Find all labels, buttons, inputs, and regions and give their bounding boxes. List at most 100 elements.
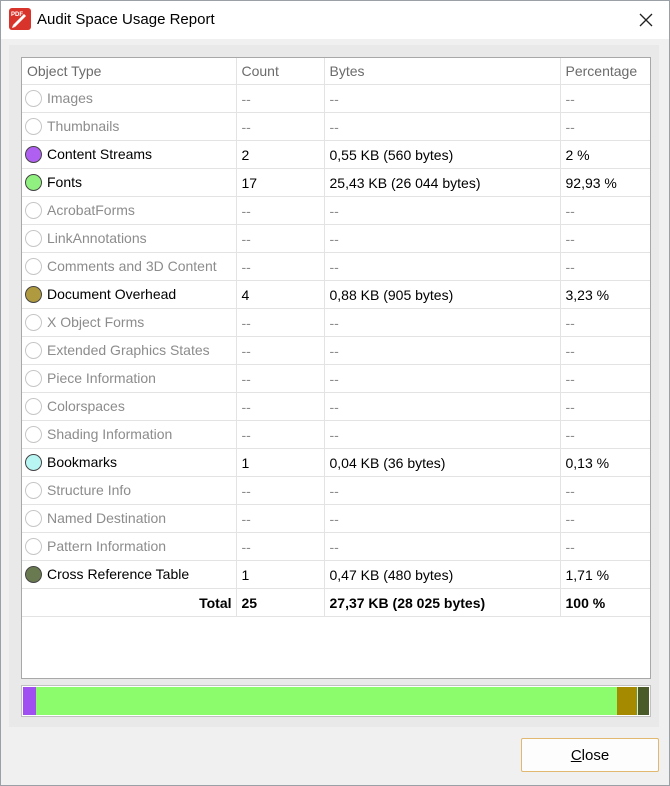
- object-type-label: Named Destination: [47, 509, 167, 526]
- color-swatch-icon: [25, 174, 42, 192]
- table-row[interactable]: X Object Forms -- -- --: [22, 308, 650, 337]
- close-icon: [639, 13, 653, 27]
- color-swatch-icon: [25, 538, 42, 556]
- cell-bytes: --: [324, 84, 561, 113]
- table-row[interactable]: Piece Information -- -- --: [22, 364, 650, 393]
- cell-bytes: --: [324, 364, 561, 393]
- close-window-button[interactable]: [633, 7, 659, 33]
- cell-object-type: Comments and 3D Content: [22, 252, 237, 281]
- column-header-bytes[interactable]: Bytes: [324, 58, 561, 85]
- object-type-label: Cross Reference Table: [47, 565, 190, 582]
- table-row[interactable]: Structure Info -- -- --: [22, 476, 650, 505]
- cell-percentage: 1,71 %: [560, 560, 650, 589]
- cell-object-type: X Object Forms: [22, 308, 237, 337]
- dialog-footer: Close: [1, 729, 669, 785]
- object-type-label: Bookmarks: [47, 453, 118, 470]
- cell-bytes: --: [324, 112, 561, 141]
- object-type-label: Images: [47, 89, 93, 106]
- cell-count: --: [236, 476, 325, 505]
- cell-object-type: LinkAnnotations: [22, 224, 237, 253]
- cell-percentage: --: [560, 364, 650, 393]
- cell-object-type: AcrobatForms: [22, 196, 237, 225]
- title-bar: PDF Audit Space Usage Report: [1, 1, 669, 39]
- audit-space-dialog: PDF Audit Space Usage Report Object Type…: [0, 0, 670, 786]
- cell-count: --: [236, 532, 325, 561]
- color-swatch-icon: [25, 118, 42, 136]
- close-button-rest: lose: [581, 746, 610, 764]
- table-row[interactable]: Bookmarks 1 0,04 KB (36 bytes) 0,13 %: [22, 448, 650, 477]
- report-content: Object Type Count Bytes Percentage Image…: [9, 45, 659, 727]
- usage-segment: [617, 687, 638, 715]
- color-swatch-icon: [25, 314, 42, 332]
- window-title: Audit Space Usage Report: [37, 11, 215, 28]
- table-row[interactable]: Document Overhead 4 0,88 KB (905 bytes) 3,2…: [22, 280, 650, 309]
- table-row[interactable]: Fonts 17 25,43 KB (26 044 bytes) 92,93 %: [22, 168, 650, 197]
- cell-bytes: 0,47 KB (480 bytes): [324, 560, 561, 589]
- color-swatch-icon: [25, 146, 42, 164]
- table-row[interactable]: LinkAnnotations -- -- --: [22, 224, 650, 253]
- cell-percentage: --: [560, 196, 650, 225]
- cell-count: --: [236, 308, 325, 337]
- close-button-mnemonic: C: [570, 746, 582, 764]
- cell-count: --: [236, 112, 325, 141]
- table-row[interactable]: Thumbnails -- -- --: [22, 112, 650, 141]
- cell-percentage: --: [560, 532, 650, 561]
- cell-count: 1: [236, 448, 325, 477]
- table-row[interactable]: Content Streams 2 0,55 KB (560 bytes) 2 %: [22, 140, 650, 169]
- cell-bytes: 0,88 KB (905 bytes): [324, 280, 561, 309]
- cell-count: 4: [236, 280, 325, 309]
- cell-bytes: --: [324, 476, 561, 505]
- table-row[interactable]: Comments and 3D Content -- -- --: [22, 252, 650, 281]
- cell-percentage: --: [560, 476, 650, 505]
- table-row[interactable]: Extended Graphics States -- -- --: [22, 336, 650, 365]
- cell-percentage: 2 %: [560, 140, 650, 169]
- usage-proportion-bar: [21, 685, 651, 717]
- object-type-label: Structure Info: [47, 481, 132, 498]
- table-row[interactable]: Pattern Information -- -- --: [22, 532, 650, 561]
- object-type-label: Piece Information: [47, 369, 156, 386]
- cell-object-type: Piece Information: [22, 364, 237, 393]
- cell-bytes: --: [324, 532, 561, 561]
- object-type-label: X Object Forms: [47, 313, 145, 330]
- cell-percentage: --: [560, 84, 650, 113]
- color-swatch-icon: [25, 286, 42, 304]
- object-type-label: Comments and 3D Content: [47, 257, 217, 274]
- cell-percentage: --: [560, 336, 650, 365]
- app-icon-text: PDF: [11, 12, 23, 18]
- cell-object-type: Fonts: [22, 168, 237, 197]
- close-button[interactable]: Close: [521, 738, 659, 772]
- cell-count: --: [236, 420, 325, 449]
- table-row[interactable]: Images -- -- --: [22, 84, 650, 113]
- cell-bytes: --: [324, 504, 561, 533]
- cell-object-type: Document Overhead: [22, 280, 237, 309]
- color-swatch-icon: [25, 454, 42, 472]
- table-row[interactable]: Cross Reference Table 1 0,47 KB (480 bytes…: [22, 560, 650, 589]
- cell-count: --: [236, 504, 325, 533]
- color-swatch-icon: [25, 398, 42, 416]
- cell-bytes: 25,43 KB (26 044 bytes): [324, 168, 561, 197]
- usage-table: Object Type Count Bytes Percentage Image…: [22, 58, 650, 617]
- cell-object-type: Thumbnails: [22, 112, 237, 141]
- cell-object-type: Extended Graphics States: [22, 336, 237, 365]
- table-row[interactable]: AcrobatForms -- -- --: [22, 196, 650, 225]
- object-type-label: Document Overhead: [47, 285, 177, 302]
- table-row[interactable]: Named Destination -- -- --: [22, 504, 650, 533]
- total-bytes: 27,37 KB (28 025 bytes): [324, 588, 561, 617]
- cell-count: --: [236, 196, 325, 225]
- cell-percentage: 3,23 %: [560, 280, 650, 309]
- table-row[interactable]: Colorspaces -- -- --: [22, 392, 650, 421]
- cell-bytes: --: [324, 336, 561, 365]
- column-header-percentage[interactable]: Percentage: [560, 58, 650, 85]
- table-row[interactable]: Shading Information -- -- --: [22, 420, 650, 449]
- cell-object-type: Cross Reference Table: [22, 560, 237, 589]
- column-header-object-type[interactable]: Object Type: [22, 58, 237, 85]
- color-swatch-icon: [25, 258, 42, 276]
- cell-object-type: Bookmarks: [22, 448, 237, 477]
- color-swatch-icon: [25, 426, 42, 444]
- column-header-count[interactable]: Count: [236, 58, 325, 85]
- cell-bytes: 0,04 KB (36 bytes): [324, 448, 561, 477]
- usage-segment: [23, 687, 36, 715]
- color-swatch-icon: [25, 342, 42, 360]
- usage-table-frame[interactable]: Object Type Count Bytes Percentage Image…: [21, 57, 651, 679]
- table-header-row: Object Type Count Bytes Percentage: [22, 58, 650, 85]
